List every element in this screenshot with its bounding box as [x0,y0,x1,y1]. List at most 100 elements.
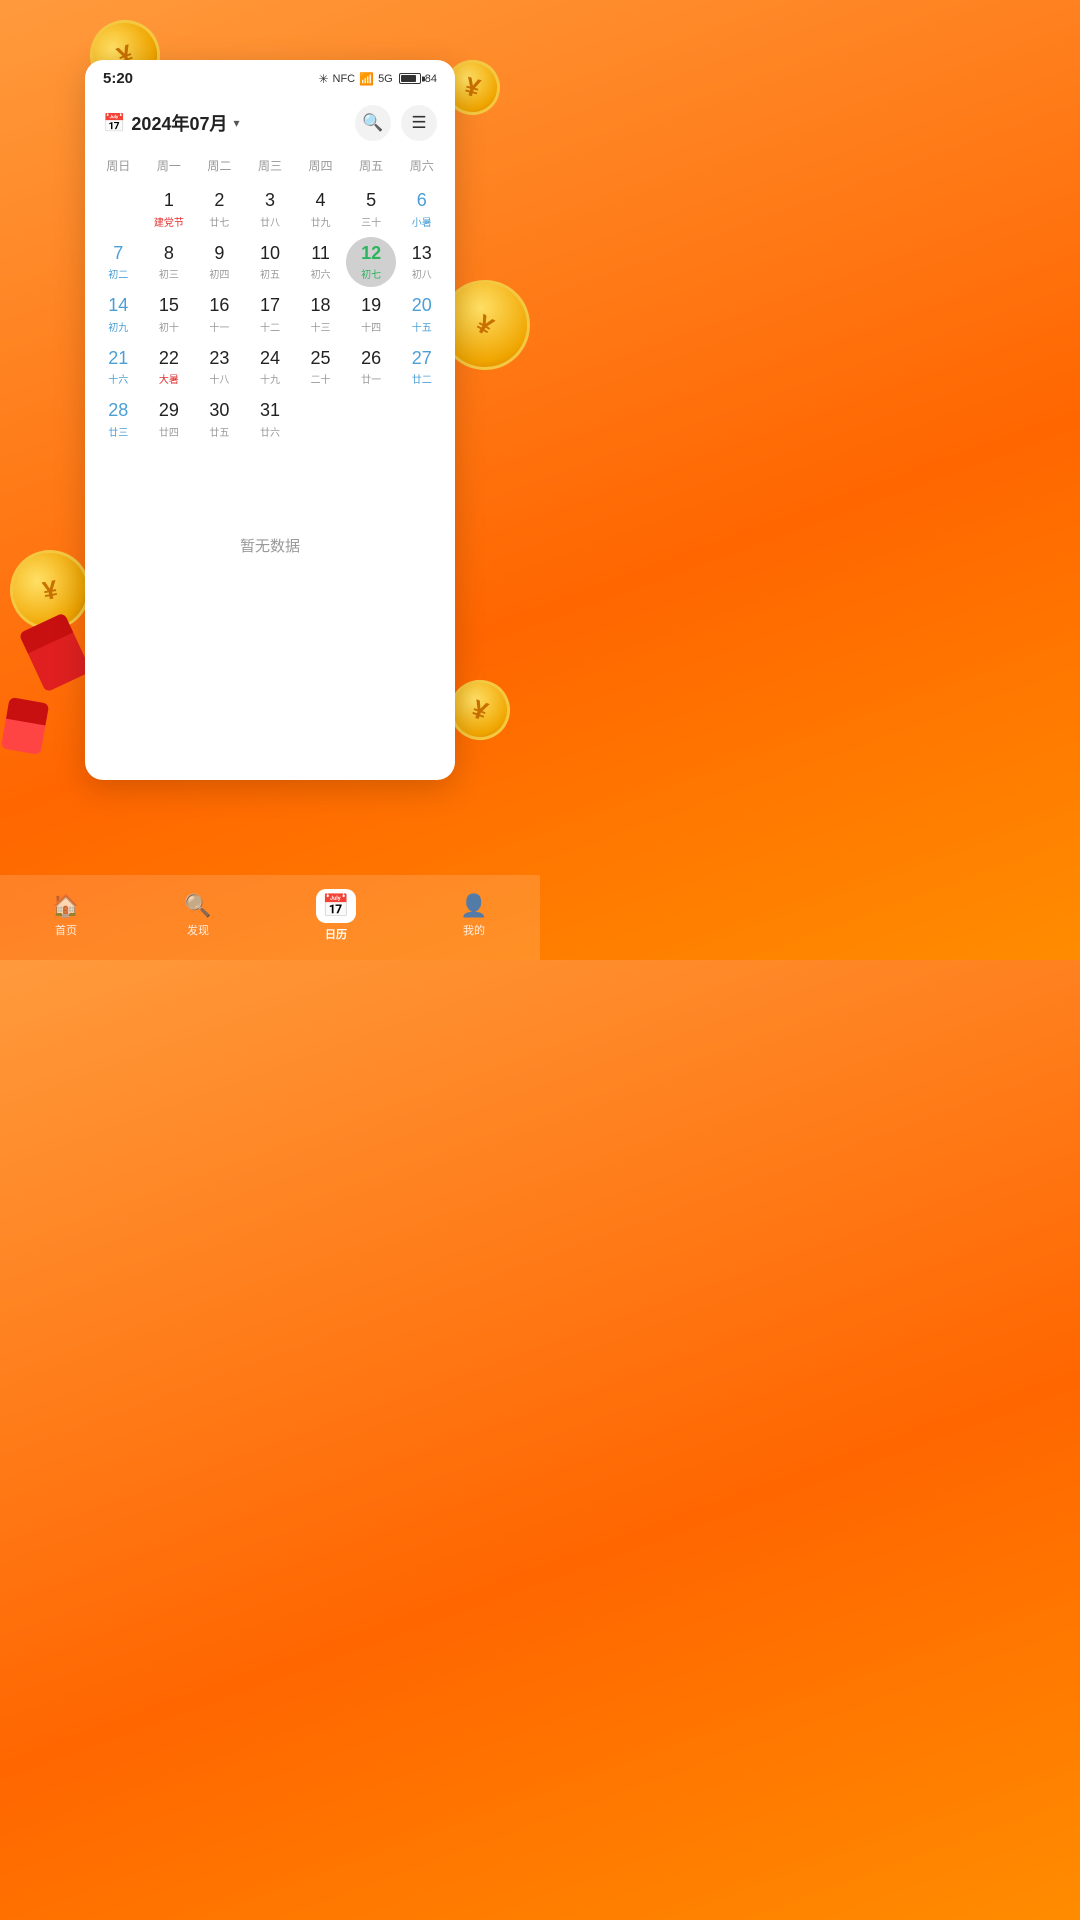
day-lunar-24: 十九 [260,371,280,386]
day-cell-3-1[interactable]: 22大暑 [144,342,195,393]
day-lunar-17: 十二 [260,319,280,334]
day-lunar-4: 廿九 [311,214,331,229]
day-cell-2-4[interactable]: 18十三 [295,289,346,340]
day-cell-2-6[interactable]: 20 十五 [396,289,447,340]
day-cell-0-3[interactable]: 3 廿八 [245,184,296,235]
day-lunar-1: 建党节 [154,214,184,229]
day-cell-3-6[interactable]: 27廿二 [396,342,447,393]
day-cell-1-0[interactable]: 7初二 [93,237,144,288]
day-number-7: 7 [113,243,123,265]
day-number-29: 29 [159,400,179,422]
day-number-1: 1 [164,190,174,212]
day-cell-4-3[interactable]: 31廿六 [245,394,296,445]
day-lunar-19: 十四 [361,319,381,334]
day-lunar-23: 十八 [209,371,229,386]
day-number-11: 11 [311,243,330,265]
coin-4 [4,544,97,637]
nav-item-0[interactable]: 🏠 首页 [52,893,79,938]
day-cell-4-2[interactable]: 30 廿五 [194,394,245,445]
day-lunar-16: 十一 [209,319,229,334]
day-number-22: 22 [159,348,179,370]
day-lunar-20: 十五 [412,319,432,334]
day-number-21: 21 [108,348,128,370]
day-lunar-3: 廿八 [260,214,280,229]
calendar-header: 📅 2024年07月 ▾ 🔍 ☰ [85,93,455,151]
day-number-2: 2 [214,190,224,212]
day-lunar-26: 廿一 [361,371,381,386]
day-cell-1-5[interactable]: 12初七 [346,237,397,288]
nav-label-0: 首页 [55,922,77,938]
day-cell-2-1[interactable]: 15初十 [144,289,195,340]
day-number-9: 9 [214,243,224,265]
day-number-8: 8 [164,243,174,265]
day-cell-1-4[interactable]: 11初六 [295,237,346,288]
day-number-10: 10 [260,243,280,265]
day-lunar-21: 十六 [108,371,128,386]
calendar-card: 5:20 ✳ NFC 📶 5G 84 📅 2024年07月 ▾ 🔍 ☰ [85,60,455,780]
day-lunar-25: 二十 [311,371,331,386]
day-number-24: 24 [260,348,280,370]
day-cell-0-6[interactable]: 6小暑 [396,184,447,235]
day-cell-4-4 [295,394,346,445]
day-cell-2-0[interactable]: 14初九 [93,289,144,340]
battery-icon [399,73,421,84]
day-cell-2-5[interactable]: 19十四 [346,289,397,340]
day-number-14: 14 [108,295,128,317]
nav-item-1[interactable]: 🔍发现 [184,893,211,938]
day-number-5: 5 [366,190,376,212]
day-cell-4-0[interactable]: 28廿三 [93,394,144,445]
red-envelope-2 [1,697,49,755]
day-number-16: 16 [209,295,229,317]
calendar-icon: 📅 [103,113,125,134]
day-cell-3-3[interactable]: 24十九 [245,342,296,393]
bottom-navigation: 🏠 首页 🔍发现 📅日历 👤我的 [0,875,540,960]
calendar-grid: 1建党节2廿七3廿八4廿九5三十6小暑7初二8初三9初四10初五11初六12初七… [85,184,455,445]
day-number-20: 20 [412,295,432,317]
day-cell-3-5[interactable]: 26廿一 [346,342,397,393]
day-lunar-30: 廿五 [209,424,229,439]
search-icon: 🔍 [362,113,383,133]
search-button[interactable]: 🔍 [355,105,391,141]
menu-button[interactable]: ☰ [401,105,437,141]
battery-level: 84 [425,73,437,85]
day-cell-4-5 [346,394,397,445]
day-cell-2-3[interactable]: 17 十二 [245,289,296,340]
nav-item-3[interactable]: 👤我的 [460,893,487,938]
day-lunar-6: 小暑 [412,214,432,229]
day-cell-1-3[interactable]: 10初五 [245,237,296,288]
nav-label-2: 日历 [325,926,347,942]
nav-icon-3: 👤 [460,893,487,919]
day-cell-3-2[interactable]: 23十八 [194,342,245,393]
day-cell-1-1[interactable]: 8初三 [144,237,195,288]
day-cell-4-6 [396,394,447,445]
day-number-3: 3 [265,190,275,212]
dow-cell-0: 周日 [93,151,144,180]
day-cell-0-1[interactable]: 1 建党节 [144,184,195,235]
day-cell-0-5[interactable]: 5 三十 [346,184,397,235]
calendar-title[interactable]: 📅 2024年07月 ▾ [103,110,240,136]
day-number-26: 26 [361,348,381,370]
day-lunar-13: 初八 [412,266,432,281]
day-lunar-27: 廿二 [412,371,432,386]
day-lunar-12: 初七 [361,266,381,281]
day-lunar-5: 三十 [361,214,381,229]
day-number-30: 30 [209,400,229,422]
day-cell-0-2[interactable]: 2廿七 [194,184,245,235]
day-cell-1-2[interactable]: 9初四 [194,237,245,288]
dow-cell-5: 周五 [346,151,397,180]
day-cell-0-4[interactable]: 4廿九 [295,184,346,235]
dow-cell-1: 周一 [144,151,195,180]
nav-icon-0: 🏠 [52,893,79,919]
day-number-17: 17 [260,295,280,317]
day-lunar-18: 十三 [311,319,331,334]
nav-item-2[interactable]: 📅日历 [316,889,355,942]
day-cell-3-4[interactable]: 25二十 [295,342,346,393]
day-cell-3-0[interactable]: 21十六 [93,342,144,393]
red-envelope-1 [19,612,92,692]
dropdown-arrow-icon[interactable]: ▾ [234,116,240,130]
status-time: 5:20 [103,70,133,87]
day-cell-2-2[interactable]: 16 十一 [194,289,245,340]
day-cell-4-1[interactable]: 29廿四 [144,394,195,445]
day-cell-1-6[interactable]: 13初八 [396,237,447,288]
day-lunar-9: 初四 [209,266,229,281]
